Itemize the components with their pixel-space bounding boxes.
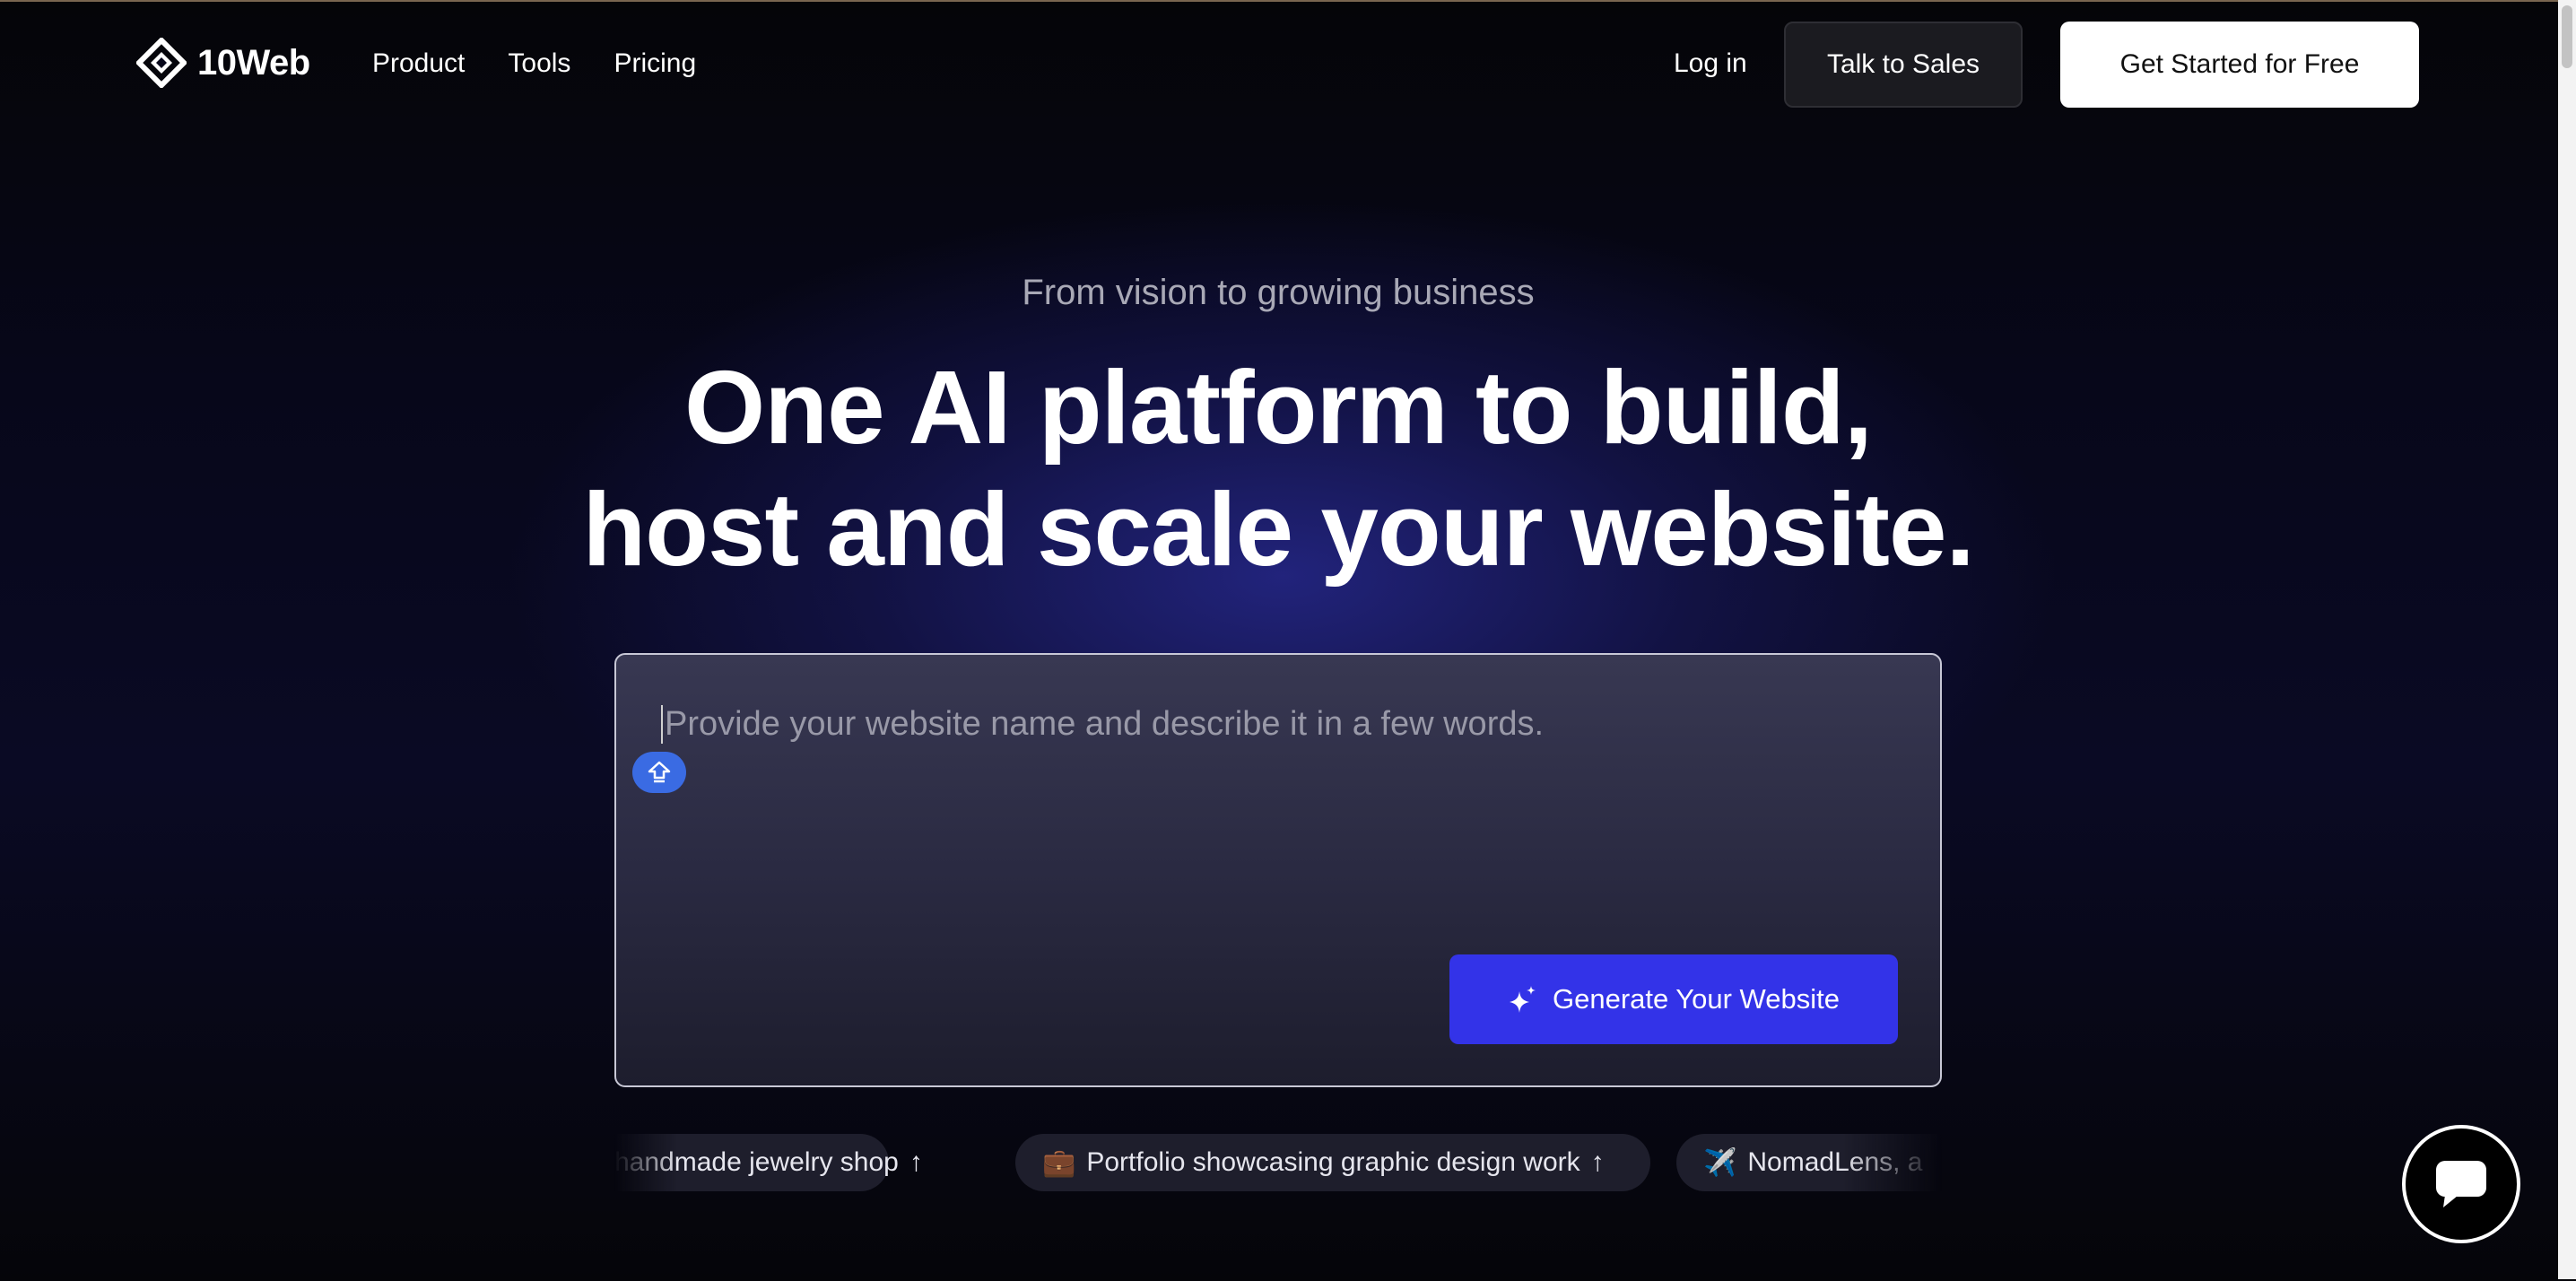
generate-website-button[interactable]: Generate Your Website [1449,954,1898,1044]
suggestion-chip[interactable]: ✈️ NomadLens, a [1676,1134,1942,1191]
suggestion-chip[interactable]: handmade jewelry shop ↑ [614,1134,923,1191]
briefcase-icon: 💼 [1042,1147,1076,1178]
grammar-assist-icon[interactable] [632,752,686,793]
hero-eyebrow: From vision to growing business [1022,273,1535,312]
sparkle-icon [1510,986,1536,1013]
brand-name: 10Web [197,42,310,83]
nav-item-tools[interactable]: Tools [508,48,570,79]
headline-line-1: One AI platform to build, [684,349,1873,466]
headline-line-2: host and scale your website. [582,471,1974,588]
scrollbar-thumb[interactable] [2562,5,2572,68]
hero-headline: One AI platform to build, host and scale… [0,346,2556,590]
chat-launcher-button[interactable] [2402,1125,2520,1243]
arrow-up-icon: ↑ [909,1147,923,1177]
talk-to-sales-button[interactable]: Talk to Sales [1784,22,2023,108]
suggestion-text: handmade jewelry shop [614,1147,899,1177]
main-nav: Product Tools Pricing [372,48,696,79]
chat-bubble-icon [2436,1161,2486,1207]
website-description-textarea[interactable]: Provide your website name and describe i… [614,653,1942,1087]
page: 10Web Product Tools Pricing Log in Talk … [0,0,2576,1281]
diamond-logo-icon [136,38,187,88]
suggestion-text: NomadLens, a [1747,1147,1923,1177]
brand-logo[interactable]: 10Web [136,38,310,88]
suggestion-chips: handmade jewelry shop ↑ 💼 Portfolio show… [614,1132,1942,1195]
airplane-icon: ✈️ [1703,1147,1737,1178]
vertical-scrollbar[interactable] [2558,0,2576,1279]
nav-item-product[interactable]: Product [372,48,465,79]
generate-website-label: Generate Your Website [1553,983,1840,1015]
login-link[interactable]: Log in [1674,48,1747,79]
get-started-button[interactable]: Get Started for Free [2060,22,2419,108]
arrow-up-icon: ↑ [1590,1147,1605,1177]
nav-item-pricing[interactable]: Pricing [614,48,696,79]
suggestion-chip[interactable]: 💼 Portfolio showcasing graphic design wo… [1015,1134,1650,1191]
suggestion-text: Portfolio showcasing graphic design work [1086,1147,1580,1177]
prompt-placeholder: Provide your website name and describe i… [661,705,1544,744]
